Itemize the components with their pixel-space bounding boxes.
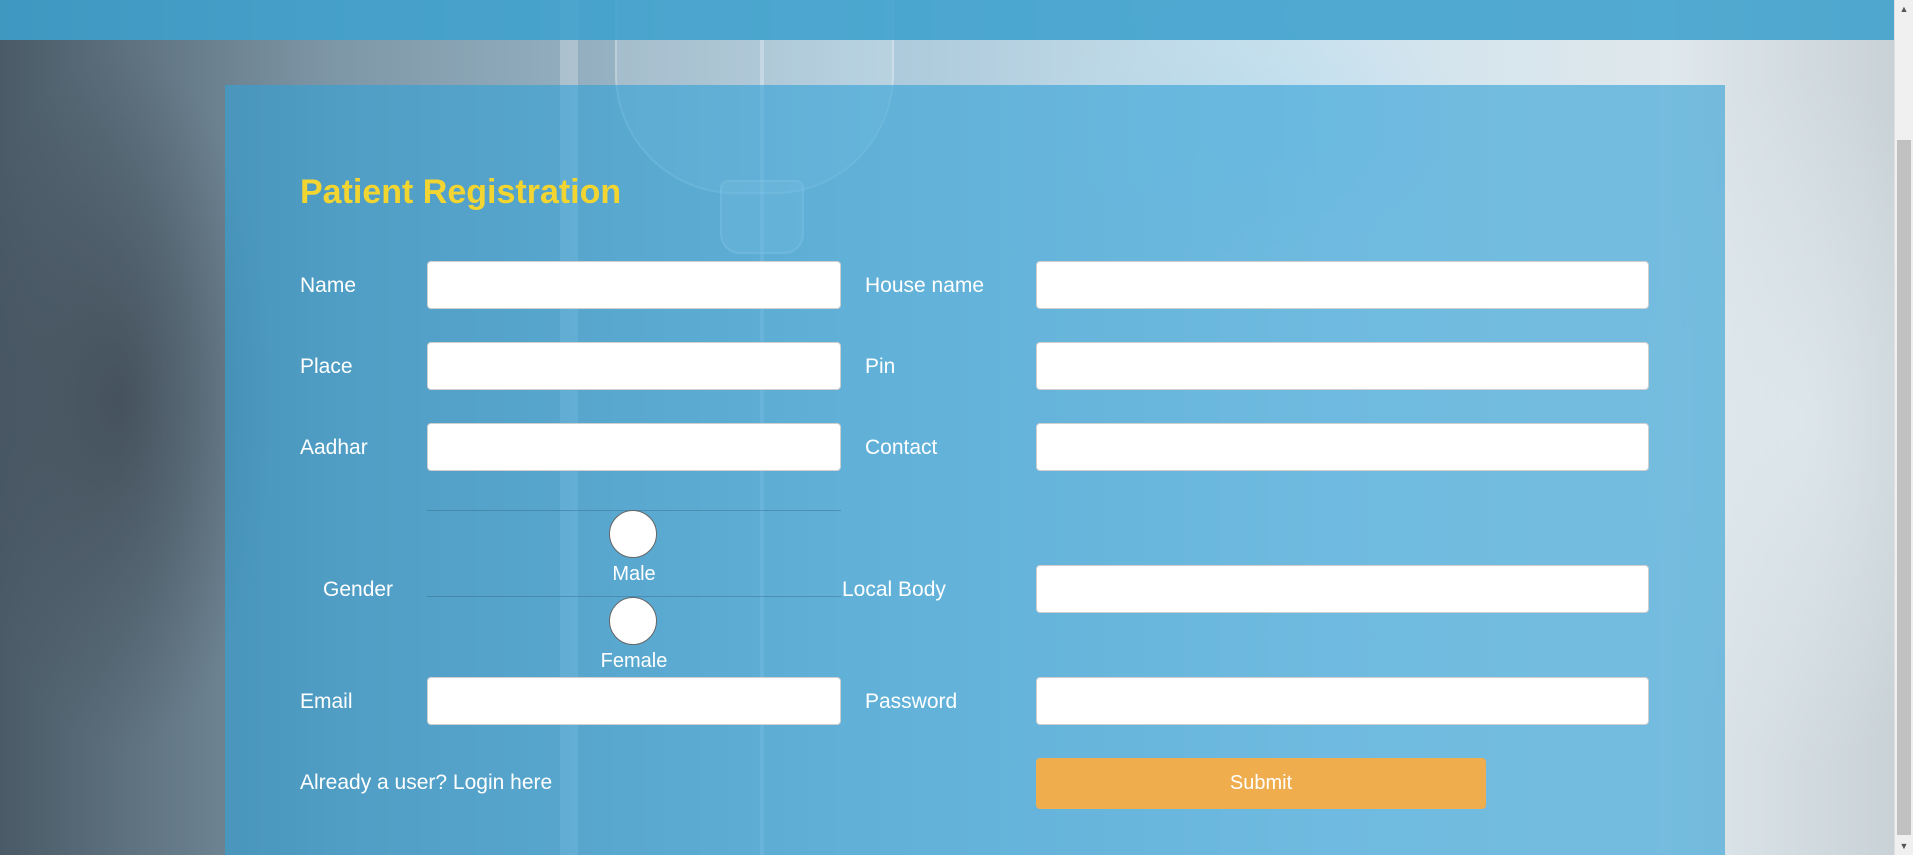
aadhar-label: Aadhar bbox=[300, 436, 368, 459]
aadhar-input[interactable] bbox=[427, 423, 841, 471]
contact-input[interactable] bbox=[1036, 423, 1649, 471]
login-link[interactable]: Already a user? Login here bbox=[300, 771, 552, 795]
password-label: Password bbox=[865, 690, 958, 713]
pin-label: Pin bbox=[865, 355, 896, 378]
gender-male-label: Male bbox=[612, 563, 656, 585]
email-input[interactable] bbox=[427, 677, 841, 725]
gender-female-radio[interactable] bbox=[609, 597, 657, 645]
password-input[interactable] bbox=[1036, 677, 1649, 725]
place-input[interactable] bbox=[427, 342, 841, 390]
local-body-label: Local Body bbox=[842, 578, 946, 601]
gender-male-radio[interactable] bbox=[609, 510, 657, 558]
contact-label: Contact bbox=[865, 436, 938, 459]
local-body-input[interactable] bbox=[1036, 565, 1649, 613]
gender-female-label: Female bbox=[600, 650, 668, 672]
name-input[interactable] bbox=[427, 261, 841, 309]
scrollbar-thumb[interactable] bbox=[1897, 140, 1911, 835]
name-label: Name bbox=[300, 274, 357, 297]
vertical-scrollbar[interactable]: ▲ ▼ bbox=[1894, 0, 1913, 855]
house-name-label: House name bbox=[865, 274, 985, 297]
email-label: Email bbox=[300, 690, 353, 713]
place-label: Place bbox=[300, 355, 353, 378]
top-navbar bbox=[0, 0, 1895, 40]
page-title: Patient Registration bbox=[300, 173, 622, 211]
pin-input[interactable] bbox=[1036, 342, 1649, 390]
submit-button[interactable]: Submit bbox=[1036, 758, 1486, 809]
triangle-down-icon[interactable]: ▼ bbox=[1895, 837, 1913, 855]
triangle-up-icon[interactable]: ▲ bbox=[1895, 0, 1913, 18]
gender-label: Gender bbox=[323, 578, 394, 601]
house-name-input[interactable] bbox=[1036, 261, 1649, 309]
